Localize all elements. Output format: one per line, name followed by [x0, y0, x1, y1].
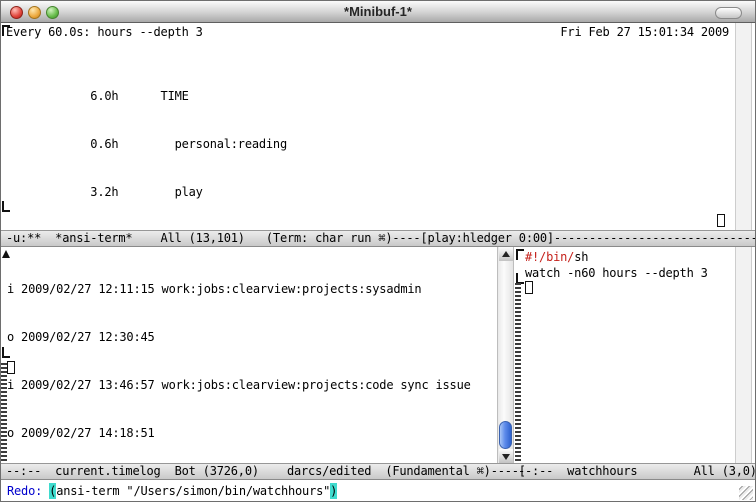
- titlebar[interactable]: *Minibuf-1*: [1, 1, 755, 23]
- modeline-ansi-term[interactable]: -u:** *ansi-term* All (13,101) (Term: ch…: [1, 230, 755, 247]
- report-line: 3.2h play: [6, 184, 287, 200]
- shebang-line: #!/bin/sh: [525, 249, 588, 265]
- shebang-interpreter: sh: [574, 250, 588, 264]
- window-title: *Minibuf-1*: [1, 4, 755, 19]
- watch-header-command: Every 60.0s: hours --depth 3: [6, 24, 203, 40]
- minibuffer-command: ansi-term "/Users/simon/bin/watchhours": [56, 483, 330, 499]
- script-cursor: [525, 281, 533, 294]
- timelog-line: o 2009/02/27 12:30:45: [7, 329, 471, 345]
- modeline-bottom[interactable]: --:-- current.timelog Bot (3726,0) darcs…: [1, 463, 755, 480]
- buffer-top-indicator-icon: [516, 249, 524, 260]
- timelog-cursor: [7, 361, 15, 374]
- term-scrollbar-track[interactable]: [735, 23, 752, 230]
- watch-command-line: watch -n60 hours --depth 3: [525, 265, 708, 281]
- minibuffer[interactable]: Redo: (ansi-term "/Users/simon/bin/watch…: [1, 480, 755, 502]
- modeline-text: -u:** *ansi-term* All (13,101) (Term: ch…: [6, 231, 755, 246]
- watch-header-timestamp: Fri Feb 27 15:01:34 2009: [560, 24, 729, 40]
- minibuffer-line: Redo: (ansi-term "/Users/simon/bin/watch…: [7, 483, 337, 499]
- timelog-scrollbar[interactable]: [497, 247, 514, 463]
- timelog-line: i 2009/02/27 12:11:15 work:jobs:clearvie…: [7, 281, 471, 297]
- emacs-window: *Minibuf-1* Every 60.0s: hours --depth 3…: [0, 0, 756, 502]
- scroll-up-button[interactable]: [499, 247, 513, 261]
- close-paren-highlight: ): [330, 483, 337, 499]
- timelog-line: i 2009/02/27 13:46:57 work:jobs:clearvie…: [7, 377, 471, 393]
- modeline-watchhours-text: --:-- watchhours All (3,0): [518, 464, 755, 479]
- shebang-comment: #!/bin/: [525, 250, 574, 264]
- empty-lines-indicator: [515, 283, 521, 463]
- resize-grip[interactable]: [739, 486, 753, 500]
- down-arrow-icon: [502, 454, 510, 460]
- script-window[interactable]: #!/bin/sh watch -n60 hours --depth 3: [514, 247, 735, 463]
- scrollbar-thumb[interactable]: [499, 421, 512, 449]
- script-scrollbar-track[interactable]: [735, 247, 752, 463]
- report-line: 0.6h personal:reading: [6, 136, 287, 152]
- timelog-window[interactable]: i 2009/02/27 12:11:15 work:jobs:clearvie…: [1, 247, 497, 463]
- toolbar-toggle-button[interactable]: [715, 7, 742, 19]
- timelog-line: o 2009/02/27 14:18:51: [7, 425, 471, 441]
- scroll-down-button[interactable]: [499, 449, 513, 463]
- minibuffer-prompt: Redo:: [7, 483, 49, 499]
- report-line: 6.0h TIME: [6, 88, 287, 104]
- up-arrow-icon: [502, 251, 510, 257]
- open-paren-highlight: (: [49, 483, 56, 499]
- term-window[interactable]: Every 60.0s: hours --depth 3 Fri Feb 27 …: [1, 23, 755, 230]
- modeline-timelog-text: --:-- current.timelog Bot (3726,0) darcs…: [6, 464, 526, 479]
- term-cursor: [717, 214, 725, 227]
